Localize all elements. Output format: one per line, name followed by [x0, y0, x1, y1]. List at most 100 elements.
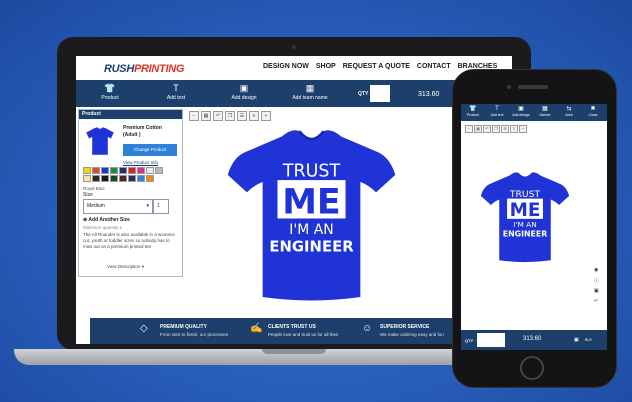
- color-swatch[interactable]: [119, 175, 127, 182]
- color-swatch[interactable]: [83, 167, 91, 174]
- copy-icon[interactable]: ❐: [492, 125, 500, 133]
- layers-icon[interactable]: ☰: [237, 111, 247, 121]
- feature-desc: People love and trust us for all their: [268, 332, 339, 337]
- shirt-line-im-an: I'M AN: [513, 220, 536, 229]
- text-icon: T: [173, 83, 179, 93]
- feature-title: PREMIUM QUALITY: [160, 324, 207, 330]
- phone-tool-names[interactable]: ▦ Names: [533, 106, 557, 117]
- phone-tool-add-text[interactable]: T Add text: [485, 106, 509, 117]
- feature-title: SUPERIOR SERVICE: [380, 324, 430, 330]
- phone-price-display: 313.60: [523, 336, 542, 342]
- person-icon: ☺: [362, 323, 373, 334]
- size-select-value: Medium: [87, 203, 105, 209]
- selected-color-name: Royal Blue: [83, 186, 105, 191]
- product-variant: (Adult ): [123, 132, 141, 138]
- color-swatch[interactable]: [101, 167, 109, 174]
- tool-add-design-label: Add design: [231, 95, 257, 101]
- color-swatch[interactable]: [146, 167, 154, 174]
- phone-tool-product[interactable]: 👕 Product: [461, 106, 485, 117]
- product-thumbnail[interactable]: [85, 126, 115, 156]
- add-size-button[interactable]: ⊕ Add Another Size: [83, 217, 130, 223]
- feature-superior-service: SUPERIOR SERVICE We make ordering easy a…: [380, 324, 444, 337]
- product-name: Premium Cotton: [123, 125, 162, 131]
- undo-icon[interactable]: ↶: [213, 111, 223, 121]
- undo-icon[interactable]: ↶: [483, 125, 491, 133]
- tool-add-team-name[interactable]: ▦ Add team name: [286, 83, 334, 101]
- color-swatch[interactable]: [119, 167, 127, 174]
- shirt-line-me: ME: [282, 182, 341, 222]
- phone-buy-label[interactable]: BUY: [585, 338, 592, 342]
- image-icon: ▣: [239, 83, 249, 93]
- shirt-line-im-an: I'M AN: [289, 222, 333, 238]
- logo-accent: PRINTING: [133, 63, 185, 75]
- size-label: Size: [83, 192, 93, 198]
- color-swatch[interactable]: [101, 175, 109, 182]
- phone-home-button[interactable]: [520, 356, 544, 380]
- color-swatch[interactable]: [128, 175, 136, 182]
- qty-input[interactable]: [370, 85, 390, 102]
- share-icon[interactable]: ↵: [594, 298, 599, 304]
- grid-icon[interactable]: ▦: [201, 111, 211, 121]
- view-description-toggle[interactable]: View Description ▾: [107, 264, 144, 270]
- color-swatch[interactable]: [137, 167, 145, 174]
- site-logo[interactable]: RUSHPRINTING: [104, 63, 184, 75]
- tool-product[interactable]: 👕 Product: [86, 83, 134, 101]
- image-icon: ▣: [518, 106, 524, 112]
- color-swatch[interactable]: [83, 175, 91, 182]
- color-swatch[interactable]: [146, 175, 154, 182]
- phone-tool-close[interactable]: ✖ Close: [581, 106, 605, 117]
- tshirt-preview[interactable]: TRUST ME I'M AN ENGINEER: [224, 126, 399, 304]
- color-swatch[interactable]: [110, 167, 118, 174]
- zoom-out-icon[interactable]: −: [189, 111, 199, 121]
- save-icon[interactable]: ▣: [594, 288, 599, 294]
- phone-tool-label: Add design: [512, 113, 530, 117]
- size-qty-input[interactable]: 1: [153, 199, 169, 214]
- color-swatch[interactable]: [128, 167, 136, 174]
- phone-screen: 👕 Product T Add text ▣ Add design ▦ Name…: [461, 104, 607, 350]
- tshirt-icon: 👕: [104, 83, 116, 93]
- logo-main: RUSH: [104, 63, 134, 75]
- change-product-button[interactable]: Change Product: [123, 144, 177, 156]
- nav-contact[interactable]: CONTACT: [417, 63, 451, 70]
- nav-request-quote[interactable]: REQUEST A QUOTE: [343, 63, 410, 70]
- color-swatch[interactable]: [110, 175, 118, 182]
- phone-tshirt-preview[interactable]: TRUST ME I'M AN ENGINEER: [479, 170, 571, 264]
- size-select[interactable]: Medium ▾: [83, 199, 153, 214]
- color-swatch[interactable]: [92, 167, 100, 174]
- phone-camera: [507, 85, 511, 89]
- color-swatch[interactable]: [137, 175, 145, 182]
- grid-icon[interactable]: ▦: [474, 125, 482, 133]
- phone-tool-area[interactable]: ⇆ Area: [557, 106, 581, 117]
- zoom-in-icon[interactable]: +: [261, 111, 271, 121]
- nav-shop[interactable]: SHOP: [316, 63, 336, 70]
- zoom-in-icon[interactable]: +: [519, 125, 527, 133]
- color-swatch[interactable]: [92, 175, 100, 182]
- zoom-out-icon[interactable]: −: [465, 125, 473, 133]
- feature-desc: From start to finish, our processes: [160, 332, 229, 337]
- cart-icon[interactable]: ▣: [574, 337, 579, 343]
- tool-add-text[interactable]: T Add text: [152, 83, 200, 101]
- text-icon: T: [495, 106, 499, 112]
- layers-icon[interactable]: ☰: [501, 125, 509, 133]
- plus-circle-icon: ⊕: [83, 217, 88, 223]
- align-icon[interactable]: ≡: [510, 125, 518, 133]
- product-info-link[interactable]: View Product Info: [123, 160, 158, 165]
- color-swatch[interactable]: [155, 167, 163, 174]
- align-icon[interactable]: ≡: [249, 111, 259, 121]
- copy-icon[interactable]: ❐: [225, 111, 235, 121]
- phone-tool-add-design[interactable]: ▣ Add design: [509, 106, 533, 117]
- canvas-toolbar: − ▦ ↶ ❐ ☰ ≡ +: [189, 111, 271, 121]
- eye-icon[interactable]: ◉: [594, 267, 599, 273]
- price-display: 313.60: [418, 91, 440, 98]
- handshake-icon: ✍: [250, 323, 263, 334]
- shirt-line-engineer: ENGINEER: [503, 229, 547, 238]
- add-size-label: Add Another Size: [88, 217, 130, 223]
- nav-design-now[interactable]: DESIGN NOW: [263, 63, 309, 70]
- tool-add-team-name-label: Add team name: [292, 95, 328, 101]
- shirt-line-me: ME: [510, 200, 541, 221]
- phone-qty-input[interactable]: [477, 333, 505, 347]
- phone-speaker: [518, 85, 548, 89]
- tool-add-design[interactable]: ▣ Add design: [220, 83, 268, 101]
- laptop-notch: [262, 349, 326, 354]
- info-icon[interactable]: ⓘ: [594, 277, 599, 284]
